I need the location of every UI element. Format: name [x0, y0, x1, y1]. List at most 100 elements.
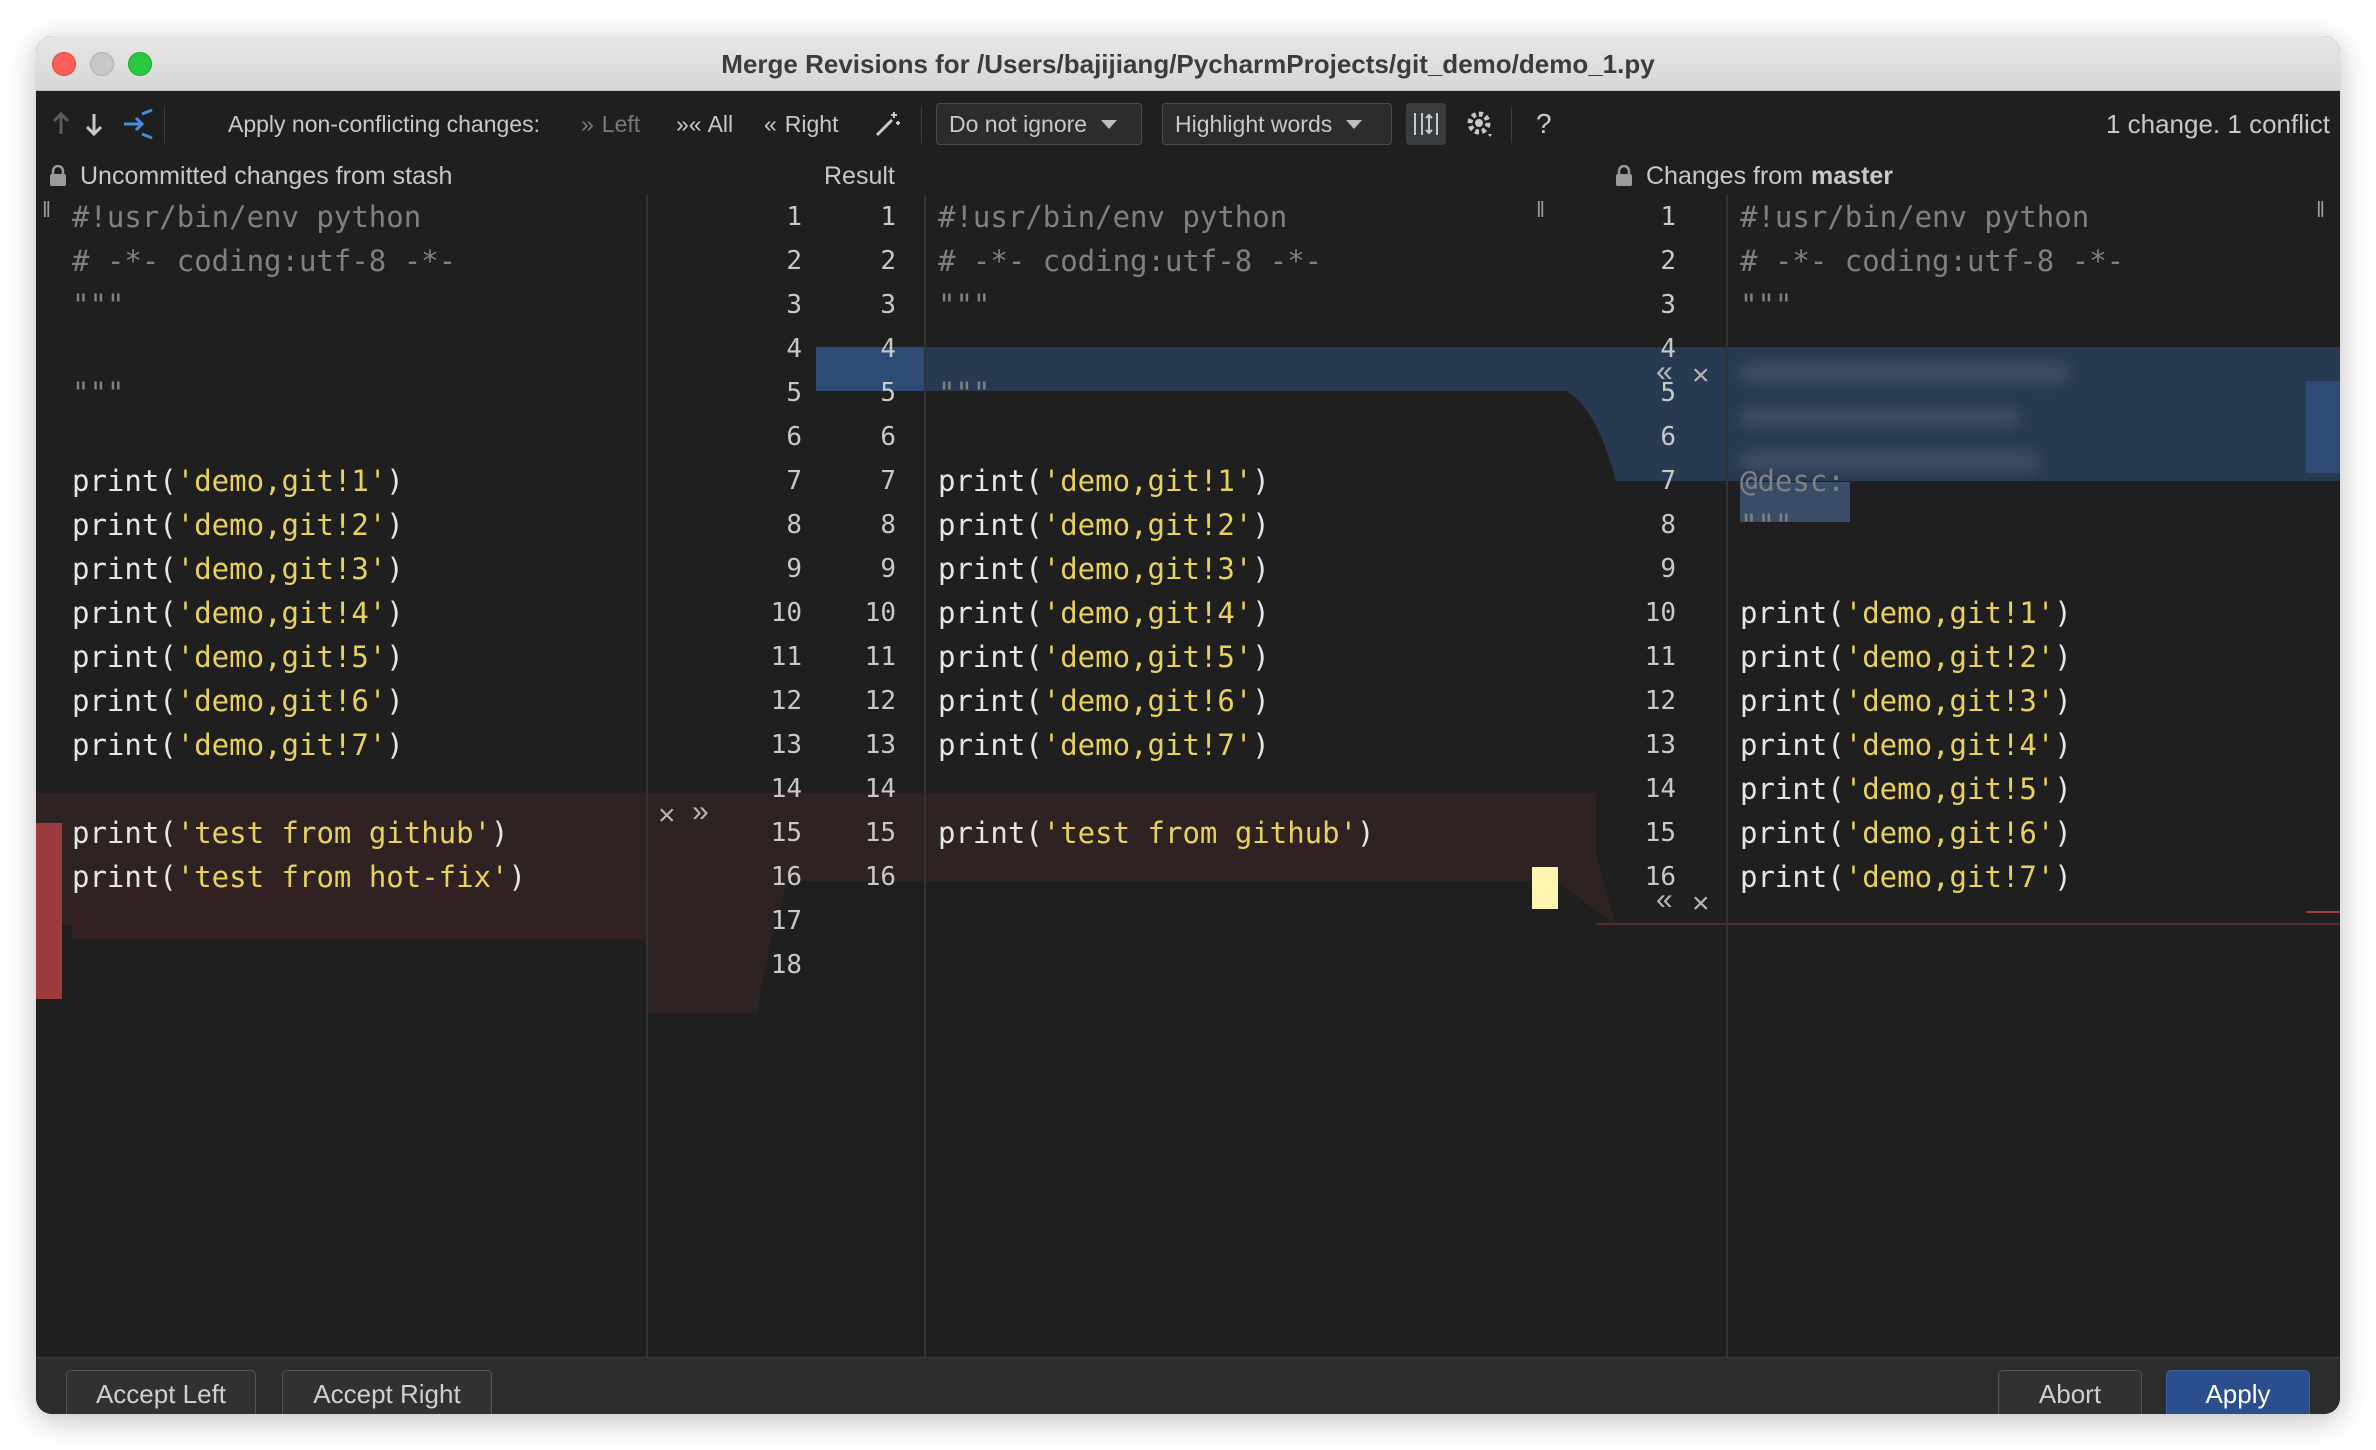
accept-left-button[interactable]: Accept Left — [66, 1370, 256, 1414]
result-code-line[interactable]: print('demo,git!2') — [938, 503, 1375, 547]
abort-button[interactable]: Abort — [1998, 1370, 2142, 1414]
ignore-right-conflict-icon[interactable]: × — [1692, 887, 1710, 921]
left-code-line[interactable]: print('demo,git!1') — [72, 459, 526, 503]
ignore-whitespace-select[interactable]: Do not ignore — [936, 103, 1142, 145]
left-line-number: 9 — [786, 554, 802, 584]
right-code-line[interactable]: print('demo,git!3') — [1740, 679, 2124, 723]
left-code-line[interactable] — [72, 415, 526, 459]
right-code-line[interactable] — [1740, 415, 2124, 459]
left-fold-marker[interactable]: ǁ — [42, 197, 51, 223]
left-code-line[interactable]: # -*- coding:utf-8 -*- — [72, 239, 526, 283]
help-button[interactable]: ? — [1536, 91, 1552, 157]
left-code-line[interactable]: """ — [72, 371, 526, 415]
right-code-line[interactable] — [1740, 327, 2124, 371]
apply-right-button[interactable]: « Right — [764, 91, 839, 157]
left-line-number: 12 — [770, 686, 802, 716]
right-code-line[interactable]: #!usr/bin/env python — [1740, 195, 2124, 239]
right-code-line[interactable]: print('demo,git!1') — [1740, 591, 2124, 635]
result-pane-header: Result — [824, 157, 895, 195]
gear-icon — [1467, 111, 1492, 137]
ignore-whitespace-value: Do not ignore — [949, 110, 1088, 137]
ignore-left-change-icon[interactable]: × — [658, 799, 676, 833]
left-code-line[interactable] — [72, 767, 526, 811]
right-code-line[interactable]: """ — [1740, 283, 2124, 327]
left-code-line[interactable]: print('demo,git!7') — [72, 723, 526, 767]
right-code-line[interactable]: """ — [1740, 503, 2124, 547]
right-code-line[interactable]: print('demo,git!7') — [1740, 855, 2124, 899]
result-fold-marker[interactable]: ǁ — [1536, 197, 1545, 223]
next-difference-button[interactable] — [79, 91, 109, 157]
left-line-number: 17 — [770, 906, 802, 936]
result-line-number: 4 — [880, 334, 896, 364]
right-code-line[interactable]: # -*- coding:utf-8 -*- — [1740, 239, 2124, 283]
result-code-line[interactable]: print('demo,git!3') — [938, 547, 1375, 591]
right-code-line[interactable]: print('demo,git!5') — [1740, 767, 2124, 811]
result-code-line[interactable]: print('demo,git!1') — [938, 459, 1375, 503]
left-code[interactable]: #!usr/bin/env python # -*- coding:utf-8 -… — [72, 195, 526, 987]
right-fold-marker[interactable]: ǁ — [2316, 197, 2325, 223]
right-code-line[interactable]: print('demo,git!6') — [1740, 811, 2124, 855]
left-code-line[interactable] — [72, 943, 526, 987]
left-change-marker — [36, 823, 62, 999]
result-line-number: 15 — [864, 818, 896, 848]
left-code-line[interactable]: print('demo,git!6') — [72, 679, 526, 723]
right-line-number: 7 — [1660, 466, 1676, 496]
result-code-line[interactable]: print('demo,git!4') — [938, 591, 1375, 635]
result-code-line[interactable]: #!usr/bin/env python — [938, 195, 1375, 239]
apply-button[interactable]: Apply — [2166, 1370, 2310, 1414]
merge-magic-icon — [124, 108, 153, 140]
left-code-line[interactable]: print('test from github') — [72, 811, 526, 855]
right-pane-header: Changes from master — [1614, 157, 1893, 195]
right-code-line[interactable] — [1740, 547, 2124, 591]
result-code-line[interactable] — [938, 327, 1375, 371]
right-code[interactable]: #!usr/bin/env python # -*- coding:utf-8 -… — [1740, 195, 2124, 899]
apply-left-change-icon[interactable]: » — [692, 795, 709, 829]
right-code-line[interactable]: print('demo,git!4') — [1740, 723, 2124, 767]
apply-right-change-icon[interactable]: « — [1656, 355, 1673, 389]
magic-resolve-button[interactable] — [872, 91, 902, 157]
left-code-line[interactable] — [72, 899, 526, 943]
double-chevron-both-icon: »« — [676, 110, 702, 137]
apply-left-button[interactable]: » Left — [581, 91, 640, 157]
apply-all-button[interactable]: »« All — [676, 91, 733, 157]
right-code-line[interactable]: @desc: — [1740, 459, 2124, 503]
result-code-line[interactable]: print('demo,git!7') — [938, 723, 1375, 767]
result-code-line[interactable]: print('test from github') — [938, 811, 1375, 855]
merge-editor[interactable]: ǁ ǁ ǁ #!usr/bin/env python # -*- coding:u… — [36, 195, 2340, 1357]
right-code-line[interactable] — [1740, 371, 2124, 415]
result-line-number: 7 — [880, 466, 896, 496]
ignore-right-change-icon[interactable]: × — [1692, 359, 1710, 393]
left-line-number: 4 — [786, 334, 802, 364]
left-code-line[interactable]: """ — [72, 283, 526, 327]
apply-label: Apply non-conflicting changes: — [228, 110, 540, 137]
result-line-number: 12 — [864, 686, 896, 716]
highlight-select[interactable]: Highlight words — [1162, 103, 1392, 145]
apply-nonconflicting-button[interactable] — [120, 91, 156, 157]
right-code-line[interactable]: print('demo,git!2') — [1740, 635, 2124, 679]
result-line-number: 1 — [880, 202, 896, 232]
accept-right-button[interactable]: Accept Right — [282, 1370, 492, 1414]
left-code-line[interactable]: print('demo,git!5') — [72, 635, 526, 679]
settings-button[interactable] — [1464, 91, 1496, 157]
result-code-line[interactable]: print('demo,git!6') — [938, 679, 1375, 723]
result-code-line[interactable]: print('demo,git!5') — [938, 635, 1375, 679]
left-code-line[interactable]: print('demo,git!4') — [72, 591, 526, 635]
left-code-line[interactable]: print('test from hot-fix') — [72, 855, 526, 899]
result-code-line[interactable]: # -*- coding:utf-8 -*- — [938, 239, 1375, 283]
result-code-line[interactable] — [938, 767, 1375, 811]
result-code[interactable]: #!usr/bin/env python # -*- coding:utf-8 -… — [938, 195, 1375, 899]
left-code-line[interactable] — [72, 327, 526, 371]
result-code-line[interactable] — [938, 855, 1375, 899]
apply-right-conflict-icon[interactable]: « — [1656, 883, 1673, 917]
result-code-line[interactable]: """ — [938, 371, 1375, 415]
result-code-line[interactable] — [938, 415, 1375, 459]
right-pane-branch: master — [1811, 161, 1894, 190]
result-code-line[interactable]: """ — [938, 283, 1375, 327]
right-line-number: 6 — [1660, 422, 1676, 452]
sync-scroll-toggle[interactable] — [1406, 103, 1446, 145]
previous-difference-button[interactable] — [46, 91, 76, 157]
right-conflict-line — [1596, 923, 2340, 925]
left-code-line[interactable]: print('demo,git!3') — [72, 547, 526, 591]
left-code-line[interactable]: print('demo,git!2') — [72, 503, 526, 547]
left-code-line[interactable]: #!usr/bin/env python — [72, 195, 526, 239]
